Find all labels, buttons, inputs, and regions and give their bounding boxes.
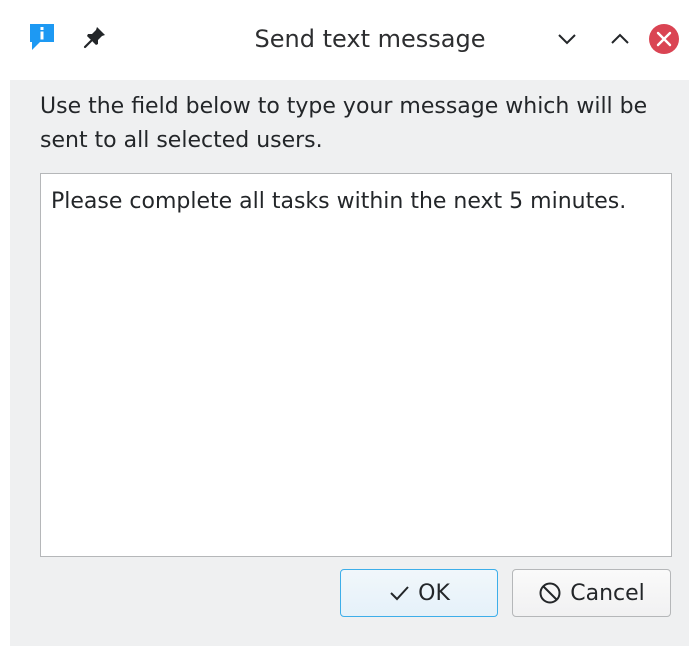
cancel-icon <box>538 581 562 605</box>
cancel-button[interactable]: Cancel <box>512 569 671 617</box>
chevron-down-icon[interactable] <box>550 22 584 56</box>
ok-label: OK <box>418 580 450 606</box>
checkmark-icon <box>388 582 410 604</box>
message-field[interactable]: Please complete all tasks within the nex… <box>40 173 672 557</box>
window-title: Send text message <box>254 25 486 53</box>
dialog-body: Use the field below to type your message… <box>10 80 689 646</box>
send-message-dialog: Send text message Use the field below to… <box>10 0 689 646</box>
title-bar[interactable]: Send text message <box>10 0 689 80</box>
message-info-icon <box>28 22 56 52</box>
cancel-label: Cancel <box>570 580 645 606</box>
pin-icon[interactable] <box>82 24 108 50</box>
ok-button[interactable]: OK <box>340 569 498 617</box>
instructions-label: Use the field below to type your message… <box>40 94 648 153</box>
chevron-up-icon[interactable] <box>603 22 637 56</box>
close-icon[interactable] <box>647 22 681 56</box>
